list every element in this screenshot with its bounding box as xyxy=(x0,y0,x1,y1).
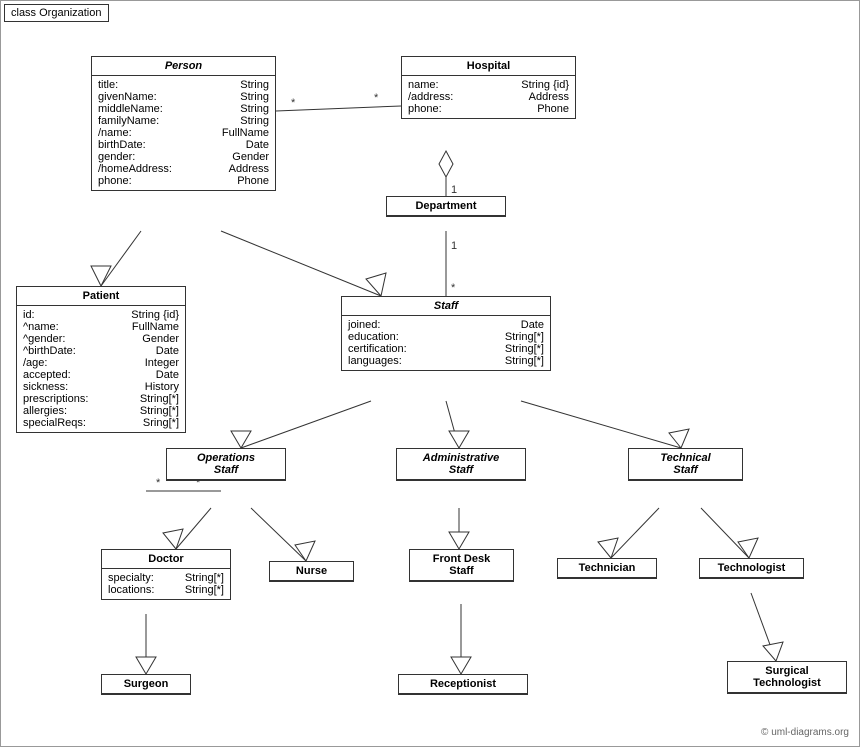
class-technician-title: Technician xyxy=(558,559,656,578)
class-department: Department xyxy=(386,196,506,217)
class-technical-staff: TechnicalStaff xyxy=(628,448,743,481)
class-administrative-staff: AdministrativeStaff xyxy=(396,448,526,481)
class-surgical-technologist: SurgicalTechnologist xyxy=(727,661,847,694)
class-technologist-title: Technologist xyxy=(700,559,803,578)
svg-text:*: * xyxy=(156,477,161,489)
class-staff-attrs: joined:Date education:String[*] certific… xyxy=(342,316,550,370)
svg-text:*: * xyxy=(291,97,296,109)
class-technologist: Technologist xyxy=(699,558,804,579)
copyright: © uml-diagrams.org xyxy=(761,727,849,738)
class-technician: Technician xyxy=(557,558,657,579)
class-patient-title: Patient xyxy=(17,287,185,306)
class-patient: Patient id:String {id} ^name:FullName ^g… xyxy=(16,286,186,433)
class-nurse: Nurse xyxy=(269,561,354,582)
class-technical-staff-title: TechnicalStaff xyxy=(629,449,742,480)
class-nurse-title: Nurse xyxy=(270,562,353,581)
class-surgeon: Surgeon xyxy=(101,674,191,695)
class-person: Person title:String givenName:String mid… xyxy=(91,56,276,191)
class-surgical-technologist-title: SurgicalTechnologist xyxy=(728,662,846,693)
class-hospital-attrs: name:String {id} /address:Address phone:… xyxy=(402,76,575,118)
class-receptionist: Receptionist xyxy=(398,674,528,695)
class-front-desk-staff: Front DeskStaff xyxy=(409,549,514,582)
class-person-attrs: title:String givenName:String middleName… xyxy=(92,76,275,190)
class-hospital: Hospital name:String {id} /address:Addre… xyxy=(401,56,576,119)
class-receptionist-title: Receptionist xyxy=(399,675,527,694)
diagram-title: class Organization xyxy=(4,4,109,22)
class-surgeon-title: Surgeon xyxy=(102,675,190,694)
class-patient-attrs: id:String {id} ^name:FullName ^gender:Ge… xyxy=(17,306,185,432)
svg-text:1: 1 xyxy=(451,184,457,196)
class-department-title: Department xyxy=(387,197,505,216)
svg-text:1: 1 xyxy=(451,240,457,252)
class-administrative-staff-title: AdministrativeStaff xyxy=(397,449,525,480)
class-operations-staff-title: OperationsStaff xyxy=(167,449,285,480)
class-staff-title: Staff xyxy=(342,297,550,316)
class-staff: Staff joined:Date education:String[*] ce… xyxy=(341,296,551,371)
svg-text:*: * xyxy=(374,92,379,104)
class-front-desk-staff-title: Front DeskStaff xyxy=(410,550,513,581)
svg-text:*: * xyxy=(451,282,456,294)
diagram-container: class Organization * * 1 * 1 * * * xyxy=(0,0,860,747)
class-person-title: Person xyxy=(92,57,275,76)
class-doctor-title: Doctor xyxy=(102,550,230,569)
class-doctor-attrs: specialty:String[*] locations:String[*] xyxy=(102,569,230,599)
class-doctor: Doctor specialty:String[*] locations:Str… xyxy=(101,549,231,600)
class-operations-staff: OperationsStaff xyxy=(166,448,286,481)
class-hospital-title: Hospital xyxy=(402,57,575,76)
